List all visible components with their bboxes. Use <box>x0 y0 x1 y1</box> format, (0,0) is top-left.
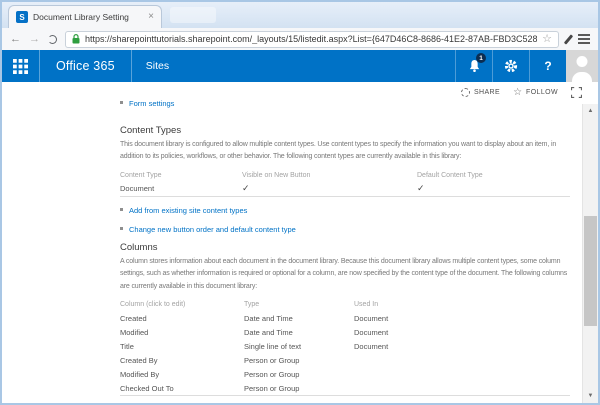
content-types-table: Content Type Visible on New Button Defau… <box>120 169 570 196</box>
column-type: Date and Time <box>244 314 354 323</box>
app-launcher-button[interactable] <box>2 50 40 82</box>
table-header-row: Content Type Visible on New Button Defau… <box>120 169 570 182</box>
notification-badge: 1 <box>476 53 486 63</box>
column-name-link[interactable]: Modified <box>120 328 244 337</box>
extension-icon[interactable] <box>564 34 573 44</box>
section-divider <box>120 395 570 396</box>
table-row: Created By Person or Group <box>120 353 570 367</box>
header-column: Column (click to edit) <box>120 301 244 308</box>
help-button[interactable]: ? <box>529 50 566 82</box>
avatar-head-icon <box>577 56 588 67</box>
form-settings-link[interactable]: Form settings <box>120 93 174 111</box>
table-row: Checked Out To Person or Group <box>120 381 570 395</box>
table-row: Created Date and Time Document <box>120 311 570 325</box>
content-type-name-link[interactable]: Document <box>120 184 242 193</box>
focus-icon <box>571 87 582 98</box>
table-row: Document ✓ ✓ <box>120 182 570 196</box>
focus-on-content-button[interactable] <box>571 87 582 98</box>
content-types-description: This document library is configured to a… <box>120 139 570 164</box>
url-text: https://sharepointtutorials.sharepoint.c… <box>85 34 537 44</box>
column-used-in: Document <box>354 328 570 337</box>
default-check-icon: ✓ <box>417 183 570 194</box>
column-name-link[interactable]: Created By <box>120 356 244 365</box>
section-divider <box>120 196 570 197</box>
header-type: Type <box>244 301 354 308</box>
bookmark-star-icon[interactable]: ☆ <box>542 34 552 45</box>
back-icon[interactable]: ← <box>10 34 21 45</box>
table-header-row: Column (click to edit) Type Used In <box>120 298 570 311</box>
column-type: Person or Group <box>244 356 354 365</box>
vertical-scrollbar[interactable]: ▲ ▼ <box>582 104 598 403</box>
column-name-link[interactable]: Checked Out To <box>120 384 244 393</box>
tab-close-icon[interactable]: × <box>148 12 154 22</box>
reload-icon[interactable] <box>48 35 57 44</box>
square-bullet-icon <box>120 227 123 230</box>
notifications-button[interactable]: 1 <box>455 50 492 82</box>
browser-window: S Document Library Setting × ← → https:/… <box>0 0 600 405</box>
help-icon: ? <box>544 59 551 73</box>
table-row: Title Single line of text Document <box>120 339 570 353</box>
office-365-brand[interactable]: Office 365 <box>40 50 132 82</box>
header-visible-on-new-button: Visible on New Button <box>242 172 417 179</box>
scrollbar-thumb[interactable] <box>584 216 597 326</box>
avatar-body-icon <box>572 72 592 82</box>
column-type: Date and Time <box>244 328 354 337</box>
waffle-icon <box>13 59 28 74</box>
suite-bar-right: 1 ? <box>455 50 598 82</box>
page-actions: SHARE ☆ FOLLOW <box>461 87 582 98</box>
column-type: Person or Group <box>244 370 354 379</box>
follow-label: FOLLOW <box>526 89 558 96</box>
visible-check-icon: ✓ <box>242 183 417 194</box>
forward-icon[interactable]: → <box>29 34 40 45</box>
share-button[interactable]: SHARE <box>461 88 500 97</box>
table-row: Modified Date and Time Document <box>120 325 570 339</box>
column-type: Person or Group <box>244 384 354 393</box>
settings-main: Content Types This document library is c… <box>120 125 570 405</box>
address-bar[interactable]: https://sharepointtutorials.sharepoint.c… <box>65 31 559 48</box>
column-name-link[interactable]: Modified By <box>120 370 244 379</box>
browser-toolbar: ← → https://sharepointtutorials.sharepoi… <box>2 28 598 50</box>
columns-description: A column stores information about each d… <box>120 256 570 293</box>
square-bullet-icon <box>120 101 123 104</box>
column-type: Single line of text <box>244 342 354 351</box>
form-settings-link-text[interactable]: Form settings <box>129 99 174 108</box>
add-content-types-link[interactable]: Add from existing site content types <box>120 204 570 216</box>
share-label: SHARE <box>474 89 500 96</box>
share-icon <box>461 88 470 97</box>
columns-table: Column (click to edit) Type Used In Crea… <box>120 298 570 395</box>
scroll-up-icon[interactable]: ▲ <box>583 104 598 118</box>
scroll-down-icon[interactable]: ▼ <box>583 389 598 403</box>
tab-title: Document Library Setting <box>33 12 143 22</box>
change-new-button-order-link[interactable]: Change new button order and default cont… <box>120 223 570 235</box>
header-content-type: Content Type <box>120 172 242 179</box>
page-workspace: SHARE ☆ FOLLOW Form settings ▲ <box>2 82 598 403</box>
gear-icon <box>504 59 518 73</box>
header-default-content-type: Default Content Type <box>417 172 570 179</box>
https-lock-icon <box>72 34 80 44</box>
user-avatar[interactable] <box>566 50 598 82</box>
sharepoint-favicon-icon: S <box>16 11 28 23</box>
column-used-in: Document <box>354 314 570 323</box>
change-new-button-order-link-text[interactable]: Change new button order and default cont… <box>129 225 296 234</box>
suite-bar: Office 365 Sites 1 ? <box>2 50 598 82</box>
follow-button[interactable]: ☆ FOLLOW <box>513 88 558 98</box>
square-bullet-icon <box>120 208 123 211</box>
content-types-title: Content Types <box>120 125 570 136</box>
menu-icon[interactable] <box>578 34 590 44</box>
settings-button[interactable] <box>492 50 529 82</box>
column-name-link[interactable]: Created <box>120 314 244 323</box>
new-tab-button[interactable] <box>170 7 216 23</box>
columns-title: Columns <box>120 242 570 253</box>
header-used-in: Used In <box>354 301 570 308</box>
table-row: Modified By Person or Group <box>120 367 570 381</box>
add-content-types-link-text[interactable]: Add from existing site content types <box>129 206 247 215</box>
nav-sites[interactable]: Sites <box>132 50 183 82</box>
follow-star-icon: ☆ <box>513 88 522 98</box>
browser-tab[interactable]: S Document Library Setting × <box>8 5 162 28</box>
column-name-link[interactable]: Title <box>120 342 244 351</box>
column-used-in: Document <box>354 342 570 351</box>
browser-tabstrip: S Document Library Setting × <box>2 2 598 28</box>
